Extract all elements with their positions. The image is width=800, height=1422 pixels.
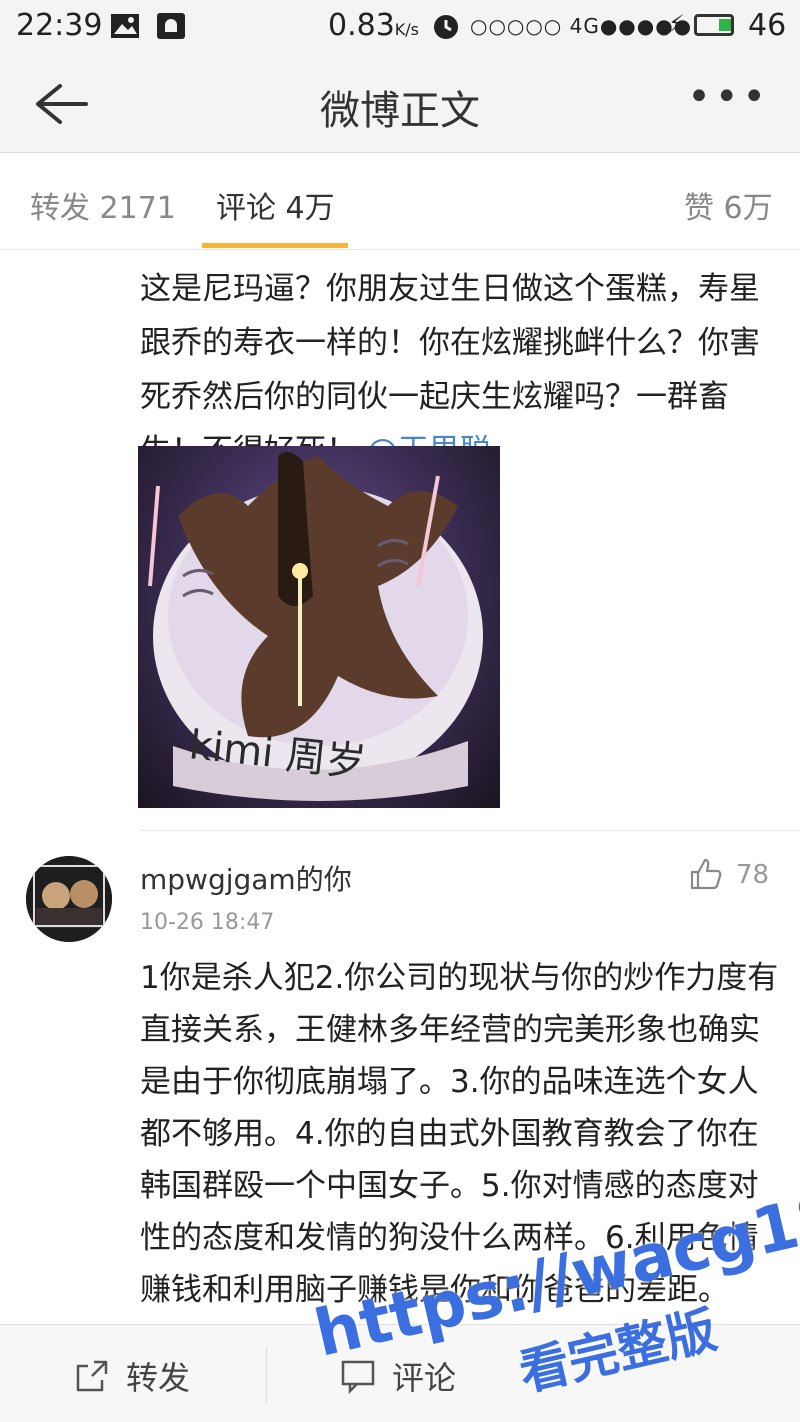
comment-text: 1你是杀人犯2.你公司的现状与你的炒作力度有直接关系，王健林多年经营的完美形象也… [140,960,779,1308]
avatar[interactable] [26,856,112,942]
battery-level: 46 [748,8,787,43]
active-tab-indicator [202,243,348,248]
alarm-icon [434,15,458,39]
comment-button[interactable]: 评论 [340,1353,456,1399]
tab-likes[interactable]: 赞 6万 [684,183,773,227]
thumbs-up-icon[interactable] [688,856,724,892]
tab-repost[interactable]: 转发 2171 [30,183,176,227]
repost-icon [76,1360,108,1392]
network-speed: 0.83K/s [328,8,420,43]
bottom-action-bar: 转发 评论 [0,1324,800,1422]
comment-timestamp: 10-26 18:47 [140,910,275,935]
like-count: 78 [736,860,770,890]
weibo-detail-screen: 22:39 0.83K/s ○○○○○ 4G●●●●● ⚡ 46 微博正文 ••… [0,0,800,1422]
top-nav: 微博正文 ••• [0,56,800,153]
repost-button[interactable]: 转发 [74,1353,190,1399]
more-options-icon[interactable]: ••• [687,74,770,120]
notification-icon [157,13,185,39]
post-image[interactable]: kimi 周岁 [138,446,500,808]
cake-photo: kimi 周岁 [148,452,483,801]
bottom-separator [266,1347,267,1403]
comment-icon [341,1360,375,1394]
tab-comments[interactable]: 评论 4万 [216,183,335,227]
divider [140,830,800,831]
battery-icon [694,14,734,36]
status-time: 22:39 [16,8,103,43]
comment-username[interactable]: mpwgjgam的你 [140,858,352,898]
charging-icon: ⚡ [668,10,685,38]
signal-indicator: ○○○○○ 4G●●●●● [470,14,693,38]
repost-label: 转发 [126,1359,191,1397]
tab-bar: 转发 2171 评论 4万 赞 6万 [0,153,800,250]
status-bar: 22:39 0.83K/s ○○○○○ 4G●●●●● ⚡ 46 [0,0,800,56]
avatar-photo [26,856,112,942]
image-icon [111,14,139,38]
comment-label: 评论 [392,1359,457,1397]
page-title: 微博正文 [320,88,480,134]
